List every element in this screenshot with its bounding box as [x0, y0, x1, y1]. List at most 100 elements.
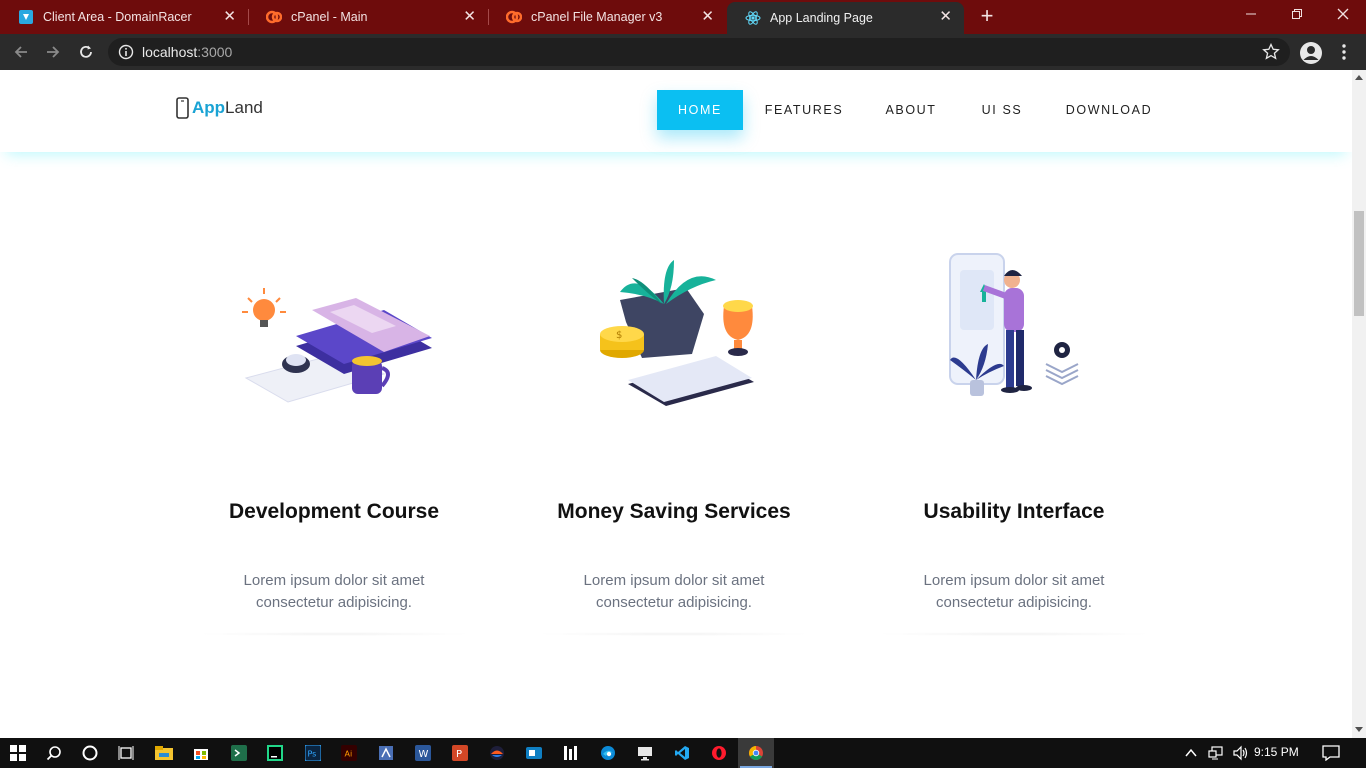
card-shadow — [874, 632, 1154, 636]
reload-button[interactable] — [73, 39, 99, 65]
feature-title: Money Saving Services — [557, 500, 791, 523]
url-port: :3000 — [197, 44, 233, 60]
profile-avatar-icon[interactable] — [1299, 41, 1323, 65]
site-logo[interactable]: App Land — [176, 97, 263, 119]
phone-logo-icon — [176, 97, 189, 119]
page-scrollbar[interactable] — [1352, 70, 1366, 738]
tab-title: cPanel File Manager v3 — [531, 10, 663, 24]
task-view-icon[interactable] — [108, 738, 144, 768]
action-center-icon — [1322, 745, 1340, 761]
git-icon[interactable] — [368, 738, 404, 768]
svg-text:Ai: Ai — [345, 750, 353, 759]
vscode-icon[interactable] — [664, 738, 700, 768]
card-shadow — [534, 632, 814, 636]
edge-icon[interactable] — [590, 738, 626, 768]
store-icon[interactable] — [183, 738, 219, 768]
scrollbar-thumb[interactable] — [1354, 211, 1364, 316]
logo-land-text: Land — [225, 98, 263, 117]
react-icon — [745, 10, 761, 26]
scroll-up-arrow-icon[interactable] — [1355, 74, 1363, 82]
url-host: localhost — [142, 44, 198, 60]
url-text: localhost:3000 — [142, 44, 232, 60]
browser-tab-strip: Client Area - DomainRacer ✕ cPanel - Mai… — [0, 0, 1366, 34]
bookmark-star-icon[interactable] — [1262, 43, 1280, 61]
system-tray — [1184, 738, 1248, 768]
web-page: App Land HOME FEATURES ABOUT UI SS DOWNLO… — [0, 70, 1352, 738]
plant-coins-illustration: $ — [600, 260, 754, 406]
scroll-down-arrow-icon[interactable] — [1355, 725, 1363, 733]
books-desk-illustration — [242, 288, 432, 403]
forward-arrow-icon — [47, 46, 60, 58]
terminal-icon[interactable] — [221, 738, 257, 768]
domainracer-icon — [18, 9, 34, 25]
forward-button[interactable] — [40, 39, 66, 65]
pycharm-icon[interactable] — [257, 738, 293, 768]
feature-description: Lorem ipsum dolor sit amet consectetur a… — [923, 572, 1105, 611]
powerpoint-icon[interactable]: P — [442, 738, 478, 768]
ide-icon[interactable] — [553, 738, 589, 768]
tab-cpanel-file-manager[interactable]: cPanel File Manager v3 ✕ — [488, 0, 726, 34]
chevron-up-icon[interactable] — [1184, 746, 1198, 760]
new-tab-button[interactable]: + — [976, 5, 998, 27]
address-bar[interactable]: localhost:3000 — [108, 38, 1290, 66]
info-icon[interactable] — [118, 44, 134, 60]
chrome-icon[interactable] — [738, 738, 774, 768]
tab-title: App Landing Page — [770, 11, 873, 25]
close-window-button[interactable] — [1320, 0, 1366, 30]
file-explorer-icon[interactable] — [146, 738, 182, 768]
windows-start-icon[interactable] — [0, 738, 36, 768]
svg-text:P: P — [456, 749, 462, 760]
notifications-button[interactable] — [1322, 738, 1340, 768]
tab-app-landing-page[interactable]: App Landing Page ✕ — [727, 2, 964, 34]
feature-title: Usability Interface — [923, 500, 1105, 523]
menu-kebab-icon[interactable] — [1336, 42, 1352, 62]
opera-icon[interactable] — [701, 738, 737, 768]
photoshop-icon[interactable]: Ps — [295, 738, 331, 768]
site-header: App Land HOME FEATURES ABOUT UI SS DOWNLO… — [0, 70, 1352, 152]
volume-icon[interactable] — [1232, 745, 1248, 761]
nav-download[interactable]: DOWNLOAD — [1060, 90, 1158, 130]
feature-description: Lorem ipsum dolor sit amet consectetur a… — [583, 572, 765, 611]
card-shadow — [194, 632, 474, 636]
svg-text:W: W — [419, 749, 429, 760]
reload-icon — [80, 45, 92, 58]
svg-text:$: $ — [616, 330, 622, 341]
logo-app-text: App — [192, 98, 226, 117]
cpanel-icon — [506, 9, 522, 25]
tab-title: cPanel - Main — [291, 10, 368, 24]
person-screen-illustration — [949, 253, 1079, 396]
close-tab-icon[interactable]: ✕ — [701, 9, 714, 25]
tab-title: Client Area - DomainRacer — [43, 10, 192, 24]
back-arrow-icon — [14, 46, 27, 58]
nav-home[interactable]: HOME — [657, 90, 743, 130]
tab-cpanel-main[interactable]: cPanel - Main ✕ — [248, 0, 489, 34]
restore-button[interactable] — [1274, 0, 1320, 30]
remote-desktop-icon[interactable] — [627, 738, 663, 768]
cortana-icon[interactable] — [72, 738, 108, 768]
back-button[interactable] — [8, 39, 34, 65]
cpanel-icon — [266, 9, 282, 25]
outlook-icon[interactable] — [516, 738, 552, 768]
word-icon[interactable]: W — [405, 738, 441, 768]
feature-card: $ Money Saving Services Lorem ipsum dolo… — [524, 220, 824, 640]
feature-title: Development Course — [228, 500, 440, 523]
feature-card: Usability Interface Lorem ipsum dolor si… — [864, 220, 1164, 640]
figma-icon[interactable] — [479, 738, 515, 768]
taskbar-clock[interactable]: 9:15 PM — [1254, 745, 1299, 759]
feature-description: Lorem ipsum dolor sit amet consectetur a… — [243, 572, 425, 611]
close-tab-icon[interactable]: ✕ — [463, 9, 476, 25]
search-icon[interactable] — [36, 738, 72, 768]
nav-ui-ss[interactable]: UI SS — [974, 90, 1030, 130]
tab-client-area[interactable]: Client Area - DomainRacer ✕ — [0, 0, 249, 34]
svg-text:Ps: Ps — [308, 750, 317, 759]
minimize-button[interactable] — [1228, 0, 1274, 30]
close-tab-icon[interactable]: ✕ — [223, 9, 236, 25]
network-icon[interactable] — [1208, 745, 1224, 761]
illustrator-icon[interactable]: Ai — [331, 738, 367, 768]
windows-taskbar: Ps Ai W P 9:15 PM — [0, 738, 1366, 768]
nav-features[interactable]: FEATURES — [760, 90, 848, 130]
feature-card: Development Course Lorem ipsum dolor sit… — [184, 220, 484, 640]
browser-toolbar: localhost:3000 — [0, 34, 1366, 70]
nav-about[interactable]: ABOUT — [876, 90, 946, 130]
close-tab-icon[interactable]: ✕ — [939, 9, 952, 25]
